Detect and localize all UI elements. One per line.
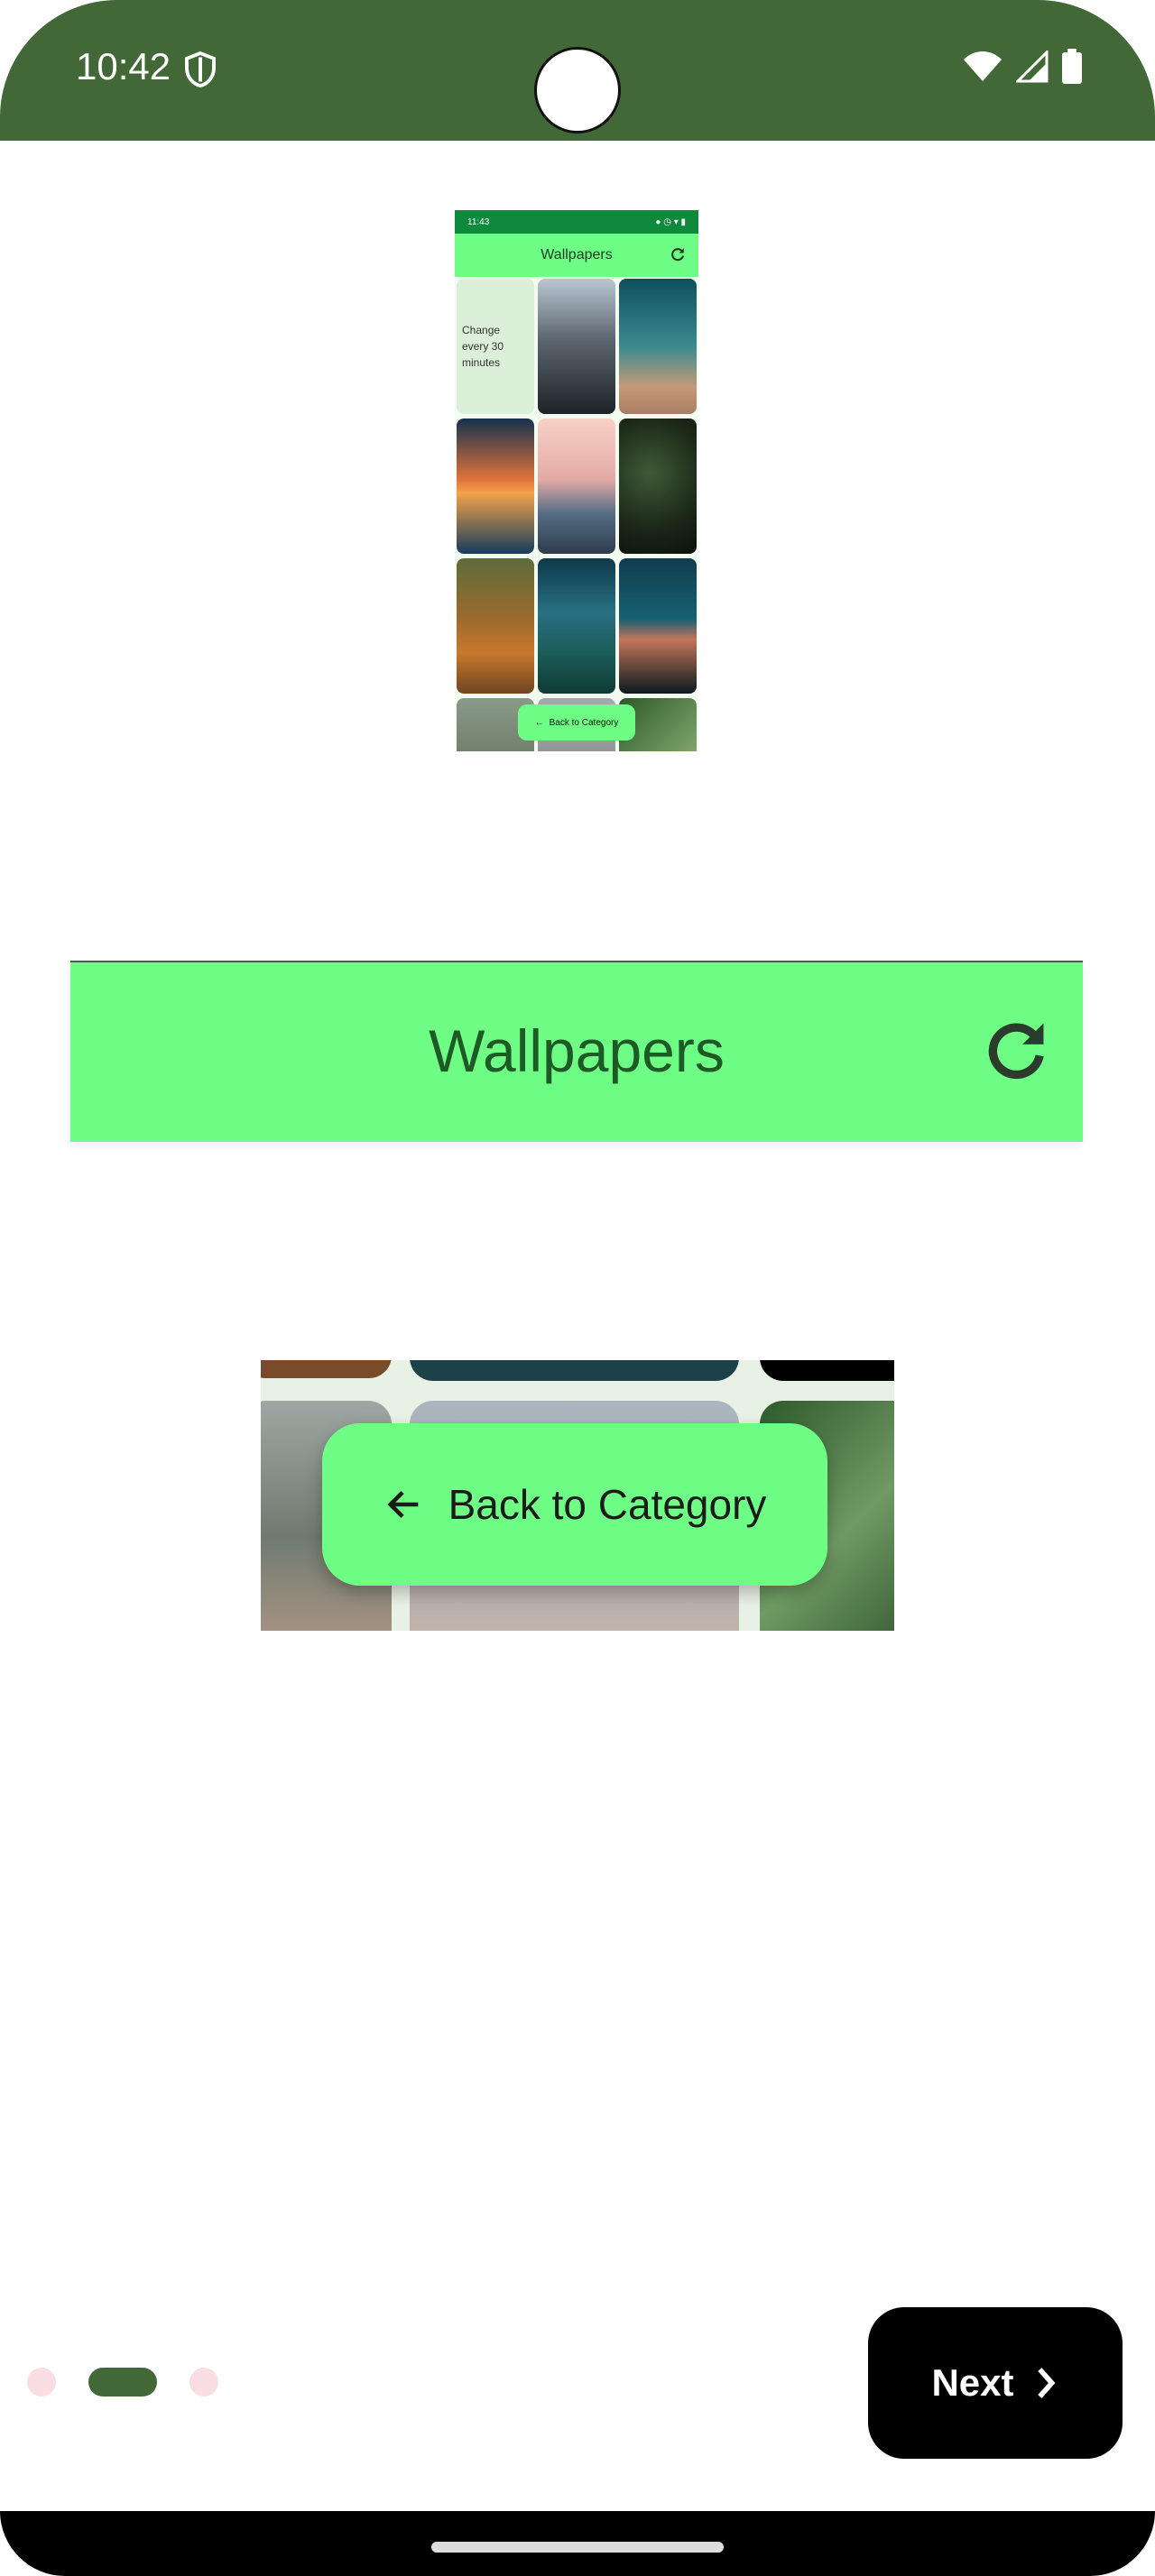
status-time: 10:42 <box>76 45 171 87</box>
preview-back-button: ← Back to Category <box>518 704 635 741</box>
app-bar-title: Wallpapers <box>429 1017 725 1084</box>
wallpaper-thumbnail <box>538 419 615 554</box>
status-icons <box>962 49 1083 85</box>
wallpaper-thumbnail <box>760 1360 894 1381</box>
preview-wallpaper-grid: Change every 30 minutes <box>455 279 698 751</box>
signal-icon <box>1016 51 1049 83</box>
wallpaper-thumbnail <box>261 1360 392 1378</box>
next-button[interactable]: Next <box>868 2307 1123 2459</box>
gesture-nav-bar <box>0 2511 1155 2576</box>
home-handle[interactable] <box>431 2542 724 2553</box>
wallpaper-thumbnail <box>410 1360 739 1381</box>
back-to-category-button[interactable]: Back to Category <box>322 1423 827 1586</box>
wallpaper-thumbnail <box>619 419 697 554</box>
back-button-highlight: Back to Category <box>261 1360 894 1631</box>
wallpaper-thumbnail <box>538 279 615 414</box>
preview-status-icons: ● ◷ ▾ ▮ <box>655 216 686 227</box>
next-label: Next <box>931 2361 1014 2404</box>
wallpaper-thumbnail <box>457 419 534 554</box>
arrow-left-icon <box>386 1490 418 1519</box>
wifi-icon <box>964 51 1002 81</box>
page-dot <box>27 2368 56 2397</box>
page-indicator <box>27 2368 218 2397</box>
wallpaper-thumbnail <box>619 558 697 694</box>
app-preview-screenshot: 11:43 ● ◷ ▾ ▮ Wallpapers Change every 30… <box>455 210 698 751</box>
camera-cutout <box>534 47 621 133</box>
preview-refresh-icon <box>671 248 685 262</box>
back-to-category-label: Back to Category <box>448 1481 767 1528</box>
battery-icon <box>1062 49 1082 84</box>
preview-app-title: Wallpapers <box>541 247 613 262</box>
preview-status-time: 11:43 <box>467 216 490 227</box>
preview-back-label: Back to Category <box>549 717 619 728</box>
wallpaper-thumbnail <box>538 558 615 694</box>
preview-arrow-left-icon: ← <box>534 717 544 728</box>
preview-status-bar: 11:43 ● ◷ ▾ ▮ <box>455 210 698 234</box>
chevron-right-icon <box>1037 2368 1055 2398</box>
refresh-icon <box>988 1023 1044 1080</box>
shield-icon <box>185 51 216 87</box>
preview-change-tile: Change every 30 minutes <box>457 279 534 414</box>
page-dot-active <box>88 2368 157 2397</box>
preview-app-bar: Wallpapers <box>455 234 698 277</box>
wallpaper-thumbnail <box>457 558 534 694</box>
app-bar-highlight: Wallpapers <box>70 961 1083 1142</box>
wallpaper-thumbnail <box>619 279 697 414</box>
page-dot <box>189 2368 218 2397</box>
